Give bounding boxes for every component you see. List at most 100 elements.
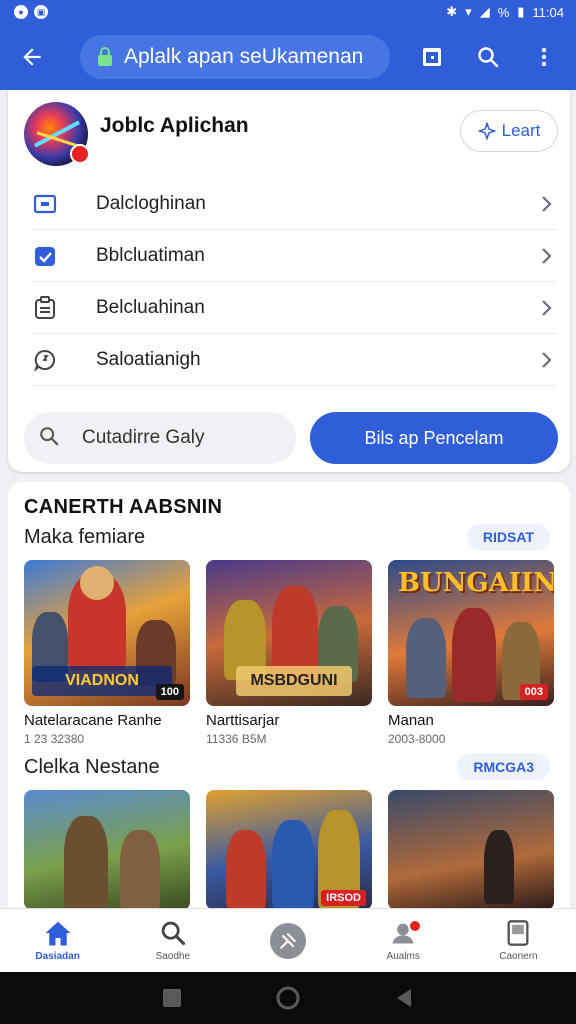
overflow-menu-button[interactable] [524,37,564,77]
game-badge: IRSOD [321,890,366,906]
game-tile[interactable] [24,790,190,908]
nav-search[interactable]: Saodhe [115,909,230,972]
settings-center-icon [270,922,306,959]
search-icon [161,921,185,946]
back-arrow-icon [23,48,41,66]
bottom-navigation: Dasiadan Saodhe Aualms Caonern [0,908,576,972]
tabs-button[interactable] [412,37,452,77]
menu-item-1[interactable]: Dalcloghinan [32,178,556,230]
wifi-icon: ▾ [465,4,472,19]
recents-icon[interactable] [161,987,183,1009]
nav-notifications[interactable]: Aualms [346,909,461,972]
learn-button[interactable]: Leart [460,110,558,152]
game-badge: 003 [519,684,548,700]
home-icon [45,921,71,946]
app-title: Joblc Aplichan [100,114,249,137]
back-triangle-icon[interactable] [393,987,415,1009]
game-tile[interactable]: BUNGAIIN 003 [388,560,554,706]
nav-library[interactable]: Caonern [461,909,576,972]
app-bar: Aplalk apan seUkamenan [0,24,576,90]
gallery-search-input[interactable] [82,427,262,449]
sparkle-icon [477,122,496,140]
game-tile[interactable]: IRSOD [206,790,372,908]
chat-icon [32,347,58,373]
back-button[interactable] [12,37,52,77]
row-1-title: Maka femiare [24,526,146,548]
game-meta: 2003-8000 [388,732,446,746]
row-2-title: Clelka Nestane [24,756,160,778]
fighter-figure [452,608,496,702]
nav-label: Aualms [386,951,420,962]
learn-button-label: Leart [501,121,541,140]
status-left: ● ▣ [14,5,48,19]
warrior-figure [120,830,160,908]
menu-item-2[interactable]: Bblcluatiman [32,230,556,282]
warrior-figure [64,816,108,908]
chevron-right-icon [540,194,554,214]
check-calendar-icon [32,243,58,269]
game-tile[interactable] [388,790,554,908]
search-button[interactable] [468,37,508,77]
game-tile[interactable]: MSBDGUNI [206,560,372,706]
clipboard-icon [32,295,58,321]
chevron-right-icon [540,246,554,266]
nav-label: Dasiadan [35,951,80,962]
tabs-icon [423,48,441,66]
game-name: Manan [388,712,434,729]
app-logo-badge [70,144,90,164]
game-name: Narttisarjar [206,712,280,729]
system-navigation-bar [0,972,576,1024]
silhouette-figure [484,830,514,904]
games-section: CANERTH AABSNIN Maka femiare RIDSAT VIAD… [8,482,570,908]
menu-item-label: Bblcluatiman [96,244,205,266]
warrior-figure [226,830,266,908]
battery-percent: % [497,4,510,20]
fighter-figure [406,618,446,698]
search-icon [478,47,499,68]
primary-action-button[interactable]: Bils ap Pencelam [310,412,558,464]
game-title-banner: MSBDGUNI [236,666,352,696]
menu-item-label: Saloatianigh [96,348,201,370]
chevron-right-icon [540,298,554,318]
notification-badge [407,919,422,933]
home-circle-icon[interactable] [275,985,301,1011]
more-vert-icon [541,47,547,67]
row-2-action-button[interactable]: RMCGA3 [457,754,550,780]
warrior-figure [272,820,314,908]
game-meta: 1 23 32380 [24,732,85,746]
menu-item-label: Belcluahinan [96,296,205,318]
url-text: Aplalk apan seUkamenan [124,45,364,68]
url-bar[interactable]: Aplalk apan seUkamenan [80,35,390,79]
nav-label: Saodhe [155,951,191,962]
game-meta: 11336 B5M [206,732,267,746]
app-notification-icon: ● [14,5,28,19]
library-icon [507,920,529,946]
status-bar: ● ▣ ✱ ▾ ◢ % ▮ 11:04 [0,0,576,24]
game-badge: 100 [155,684,184,700]
nav-home[interactable]: Dasiadan [0,909,115,972]
window-icon [32,191,58,217]
app-bar-actions [412,37,564,77]
signal-icon: ◢ [479,4,490,19]
battery-icon: ▮ [517,4,525,19]
row-1-action-button[interactable]: RIDSAT [466,524,550,550]
book-notification-icon: ▣ [34,5,48,19]
menu-item-label: Dalcloghinan [96,192,206,214]
game-name: Natelaracane Ranhe [24,712,162,729]
game-tile[interactable]: VIADNON 100 [24,560,190,706]
chevron-right-icon [540,350,554,370]
bluetooth-icon: ✱ [446,4,458,19]
hero-head [80,566,114,600]
nav-center[interactable] [230,909,345,972]
game-logo-text: BUNGAIIN [398,568,554,598]
search-icon [38,425,60,452]
menu-item-4[interactable]: Saloatianigh [32,334,556,386]
status-right: ✱ ▾ ◢ % ▮ 11:04 [446,4,564,20]
section-heading: CANERTH AABSNIN [24,496,223,518]
nav-label: Caonern [499,951,538,962]
lock-icon [96,47,114,67]
menu-item-3[interactable]: Belcluahinan [32,282,556,334]
game-title-banner: VIADNON [32,666,172,696]
app-info-card: Joblc Aplichan Leart Dalcloghinan Bblclu… [8,90,570,472]
gallery-search-field[interactable] [24,412,296,464]
